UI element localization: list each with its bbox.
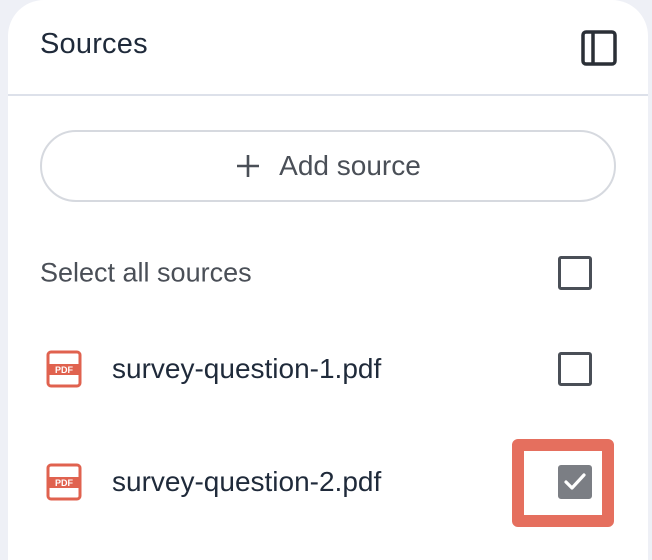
- side-panel-toggle-button[interactable]: [578, 27, 620, 69]
- select-all-checkbox[interactable]: [558, 256, 592, 290]
- source-item-label: survey-question-2.pdf: [112, 466, 382, 497]
- add-source-label: Add source: [279, 150, 421, 181]
- select-all-row: Select all sources: [8, 237, 648, 309]
- pdf-icon: PDF: [46, 350, 82, 388]
- select-all-label: Select all sources: [40, 257, 252, 288]
- source-item-survey-question-1[interactable]: PDF survey-question-1.pdf: [8, 333, 648, 405]
- svg-text:PDF: PDF: [55, 478, 74, 488]
- add-source-button[interactable]: Add source: [40, 130, 616, 202]
- sources-panel: Sources Add source Select all sources PD…: [8, 0, 648, 560]
- side-panel-icon: [581, 30, 617, 66]
- svg-text:PDF: PDF: [55, 365, 74, 375]
- source-item-label: survey-question-1.pdf: [112, 353, 382, 384]
- source-checkbox-1[interactable]: [558, 352, 592, 386]
- check-icon: [564, 473, 586, 490]
- panel-title: Sources: [40, 28, 148, 60]
- source-checkbox-2[interactable]: [558, 465, 592, 499]
- source-item-survey-question-2[interactable]: PDF survey-question-2.pdf: [8, 446, 648, 518]
- pdf-icon: PDF: [46, 463, 82, 501]
- plus-icon: [235, 153, 261, 179]
- panel-header: Sources: [8, 0, 648, 96]
